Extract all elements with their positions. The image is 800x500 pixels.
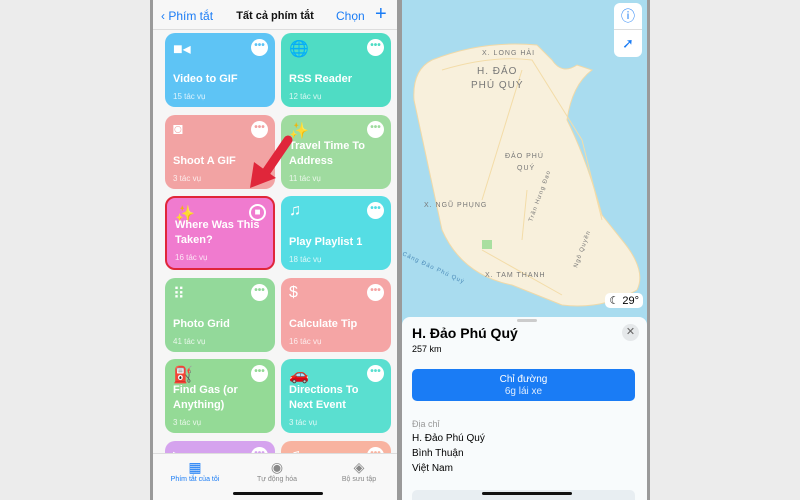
select-button[interactable]: Chọn <box>336 9 365 23</box>
more-icon[interactable]: ••• <box>367 39 384 56</box>
place-title: H. Đảo Phú Quý <box>412 325 518 341</box>
address-line: Việt Nam <box>412 463 453 474</box>
address-line: H. Đảo Phú Quý <box>412 433 485 444</box>
drive-time: 6g lái xe <box>504 386 543 397</box>
tab-my-shortcuts[interactable]: ▦ Phím tắt của tôi <box>155 459 235 483</box>
map-label: X. TAM THANH <box>485 272 546 279</box>
tab-label: Phím tắt của tôi <box>170 476 220 483</box>
tab-automation[interactable]: ◉ Tự động hóa <box>237 459 317 483</box>
shortcut-name: Where Was This Taken? <box>175 219 260 246</box>
place-sheet: H. Đảo Phú Quý 257 km ✕ Chỉ đường 6g lái … <box>402 317 647 500</box>
tab-label: Tự động hóa <box>256 476 298 483</box>
place-distance: 257 km <box>412 344 442 354</box>
map-label: X. LONG HẢI <box>482 48 535 57</box>
shortcut-card[interactable]: ⠿ ••• Photo Grid 41 tác vụ <box>165 277 275 352</box>
more-icon[interactable]: ••• <box>251 39 268 56</box>
shortcut-count: 15 tác vụ <box>173 92 206 101</box>
more-icon[interactable]: ••• <box>367 120 384 138</box>
shortcut-count: 3 tác vụ <box>173 418 202 427</box>
shortcut-count: 18 tác vụ <box>289 255 322 264</box>
shortcut-card[interactable]: 🌐 ••• RSS Reader 12 tác vụ <box>281 33 391 107</box>
shortcut-name: Video to GIF <box>173 73 238 85</box>
map-label: PHÚ QUÝ <box>471 78 524 91</box>
more-icon[interactable]: ••• <box>367 283 384 301</box>
more-icon[interactable]: ••• <box>367 202 384 219</box>
home-indicator <box>482 492 572 495</box>
add-button[interactable]: + <box>375 3 387 26</box>
red-arrow-annotation <box>250 135 293 188</box>
directions-button[interactable]: Chỉ đường 6g lái xe <box>412 369 635 401</box>
shortcut-count: 3 tác vụ <box>289 418 318 427</box>
shortcut-card[interactable]: ✨ ■ Where Was This Taken? 16 tác vụ <box>165 196 275 270</box>
shortcut-card[interactable]: ■◂ ••• Video to GIF 15 tác vụ <box>165 33 275 107</box>
shortcut-name: Calculate Tip <box>289 317 358 330</box>
info-icon[interactable]: ⓘ <box>614 3 642 30</box>
shortcuts-screen: ‹ Phím tắt Tất cả phím tắt Chọn + ■◂ ••• V… <box>150 0 400 500</box>
sheet-grabber[interactable] <box>517 319 537 322</box>
address-line: Bình Thuận <box>412 448 464 459</box>
moon-icon: ☾ <box>609 295 620 307</box>
shortcut-count: 12 tác vụ <box>289 92 322 101</box>
home-indicator <box>233 492 323 495</box>
tab-bar: ▦ Phím tắt của tôi ◉ Tự động hóa ◈ Bộ sưu t… <box>153 453 397 500</box>
temperature: 29° <box>622 295 639 307</box>
shortcut-count: 3 tác vụ <box>173 173 202 183</box>
shortcut-name: Play Playlist 1 <box>289 236 363 248</box>
map-view[interactable]: X. LONG HẢI H. ĐẢO PHÚ QUÝ ĐẢO PHÚ QUÝ X… <box>402 0 650 320</box>
tab-label: Bộ sưu tập <box>341 476 377 483</box>
more-icon[interactable]: ••• <box>251 365 268 382</box>
map-label: X. NGŨ PHỤNG <box>424 200 487 209</box>
maps-screen: X. LONG HẢI H. ĐẢO PHÚ QUÝ ĐẢO PHÚ QUÝ X… <box>399 0 650 500</box>
address-label: Địa chỉ <box>412 419 440 429</box>
shortcut-name: Travel Time To Address <box>289 139 366 167</box>
map-label: QUÝ <box>517 163 535 172</box>
directions-label: Chỉ đường <box>499 374 548 385</box>
close-icon[interactable]: ✕ <box>622 324 639 341</box>
location-arrow-icon[interactable]: ➚ <box>614 30 642 57</box>
grid-icon: ▦ <box>188 459 202 475</box>
layers-icon: ◈ <box>353 459 365 475</box>
map-controls: ⓘ ➚ <box>614 3 642 57</box>
map-label: H. ĐẢO <box>477 64 517 77</box>
clock-check-icon: ◉ <box>270 459 284 475</box>
shortcut-count: 16 tác vụ <box>289 336 322 346</box>
shortcut-name: Photo Grid <box>173 317 230 330</box>
shortcut-card[interactable]: ⛽ ••• Find Gas (or Anything) 3 tác vụ <box>165 359 275 433</box>
shortcut-card[interactable]: ♫ ••• Play Playlist 1 18 tác vụ <box>281 196 391 270</box>
park-area <box>482 240 492 249</box>
map-label: ĐẢO PHÚ <box>505 151 544 160</box>
shortcut-card[interactable]: 🚗 ••• Directions To Next Event 3 tác vụ <box>281 359 391 433</box>
port-label: Cảng Đảo Phú Quý <box>402 251 465 285</box>
shortcut-count: 41 tác vụ <box>173 336 206 346</box>
shortcut-count: 16 tác vụ <box>175 253 208 262</box>
shortcut-name: RSS Reader <box>289 73 352 85</box>
tab-gallery[interactable]: ◈ Bộ sưu tập <box>319 459 397 483</box>
shortcut-name: Find Gas (or Anything) <box>173 384 238 411</box>
shortcut-card[interactable]: $ ••• Calculate Tip 16 tác vụ <box>281 277 391 352</box>
weather-badge: ☾ 29° <box>605 293 643 308</box>
nav-bar: ‹ Phím tắt Tất cả phím tắt Chọn + <box>153 0 397 30</box>
shortcut-name: Directions To Next Event <box>289 384 359 411</box>
address: H. Đảo Phú Quý Bình Thuận Việt Nam <box>412 431 485 476</box>
more-icon[interactable]: ••• <box>251 283 268 301</box>
more-icon[interactable]: ••• <box>367 365 384 382</box>
